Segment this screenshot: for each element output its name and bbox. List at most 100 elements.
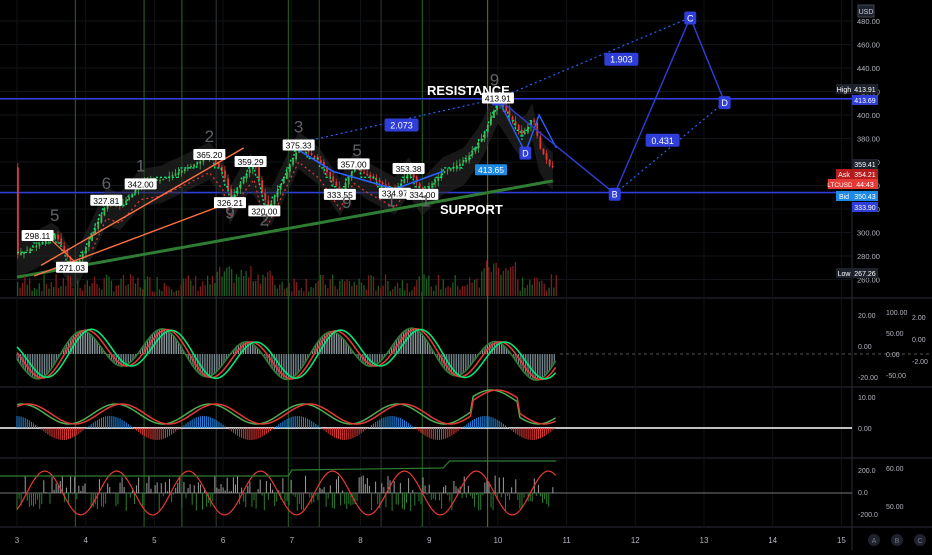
axis-icon-text: B bbox=[895, 538, 900, 545]
volume-bar bbox=[358, 278, 360, 296]
wave-count-number: 1 bbox=[387, 192, 396, 211]
candle-body bbox=[508, 110, 511, 117]
volume-bar bbox=[108, 276, 110, 296]
volume-bar bbox=[110, 280, 113, 296]
candle-body bbox=[295, 152, 298, 160]
volume-bar bbox=[221, 276, 223, 296]
price-tag-text: 365.20 bbox=[196, 150, 222, 160]
time-axis-label: 14 bbox=[768, 536, 777, 545]
volume-bar bbox=[67, 275, 69, 296]
symbol-text: LTCUSD bbox=[827, 182, 853, 189]
volume-bar bbox=[550, 274, 553, 296]
resistance-price-tag: 413.69 bbox=[852, 95, 878, 105]
volume-bar bbox=[303, 291, 305, 296]
volume-bar bbox=[370, 275, 372, 296]
volume-bar bbox=[418, 276, 420, 296]
volume-bar bbox=[375, 290, 377, 296]
volume-bar bbox=[269, 270, 271, 296]
candle-body bbox=[282, 177, 285, 184]
volume-bar bbox=[139, 287, 141, 296]
candle-body bbox=[517, 125, 520, 131]
volume-bar bbox=[130, 274, 132, 296]
time-axis-label: 15 bbox=[837, 536, 846, 545]
wave-count-number: 2 bbox=[260, 210, 269, 229]
volume-bar bbox=[312, 287, 315, 296]
volume-bar bbox=[471, 282, 473, 296]
abcd-point-label-text: B bbox=[612, 190, 618, 200]
abcd-point-label: C bbox=[684, 11, 697, 25]
symbol-value: 44:43 bbox=[856, 182, 874, 189]
time-axis-label: 10 bbox=[493, 536, 502, 545]
volume-bar bbox=[86, 280, 89, 296]
candle-body bbox=[248, 169, 251, 174]
volume-bar bbox=[199, 286, 202, 296]
price-scale-label: 440.00 bbox=[857, 64, 880, 73]
volume-bar bbox=[243, 276, 245, 296]
candle-body bbox=[493, 110, 495, 118]
candle-body bbox=[524, 132, 526, 135]
price-scale-label: 380.00 bbox=[857, 135, 880, 144]
wave-count-number: 1 bbox=[136, 156, 145, 175]
volume-bar bbox=[257, 274, 259, 296]
volume-bar bbox=[38, 283, 40, 296]
trading-chart[interactable]: 2.0731.9030.431ABCDD298.11271.03327.8134… bbox=[0, 0, 932, 550]
volume-bar bbox=[81, 290, 84, 296]
volume-bar bbox=[384, 274, 387, 296]
candle-body bbox=[199, 161, 202, 164]
candle-body bbox=[446, 169, 449, 171]
axis-icon-button[interactable]: C bbox=[914, 534, 926, 546]
high-price-tag-label: High bbox=[837, 87, 852, 94]
volume-bar bbox=[24, 276, 26, 296]
volume-bar bbox=[454, 275, 456, 296]
volume-bar bbox=[36, 289, 38, 296]
candle-body bbox=[29, 248, 32, 252]
candle-body bbox=[190, 165, 192, 167]
price-tag: 342.00 bbox=[124, 178, 157, 190]
time-axis-label: 12 bbox=[631, 536, 640, 545]
candle-body bbox=[171, 174, 174, 177]
fib-ratio-label-text: 1.903 bbox=[610, 55, 633, 65]
volume-bar bbox=[127, 284, 129, 296]
wave-count-number: 1 bbox=[421, 192, 430, 211]
volume-bar bbox=[74, 284, 77, 296]
volume-bar bbox=[214, 283, 216, 296]
volume-bar bbox=[187, 275, 190, 296]
volume-bar bbox=[84, 284, 86, 296]
volume-bar bbox=[476, 278, 478, 296]
candle-body bbox=[329, 171, 332, 177]
volume-bar bbox=[271, 275, 274, 296]
candle-body bbox=[224, 170, 226, 178]
price-tag: 298.11 bbox=[21, 230, 54, 242]
volume-bar bbox=[473, 279, 476, 296]
axis-icon-button[interactable]: B bbox=[891, 534, 903, 546]
volume-bar bbox=[45, 284, 48, 296]
resistance-price-tag-value: 413.69 bbox=[854, 98, 876, 105]
candle-body bbox=[542, 148, 545, 155]
candle-body bbox=[403, 178, 406, 184]
abcd-point-label: D bbox=[718, 96, 731, 110]
wave-count-number: 2 bbox=[205, 127, 214, 146]
volume-bar bbox=[250, 266, 252, 296]
volume-bar bbox=[305, 278, 307, 296]
candle-body bbox=[459, 164, 461, 166]
candle-body bbox=[103, 208, 106, 216]
volume-bar bbox=[101, 289, 103, 296]
axis-icon-button[interactable]: A bbox=[868, 534, 880, 546]
volume-bar bbox=[185, 278, 187, 296]
volume-bar bbox=[134, 283, 137, 296]
volume-bar bbox=[324, 284, 327, 296]
price-tag-text: 327.81 bbox=[93, 196, 119, 206]
volume-bar bbox=[356, 284, 358, 296]
candle-body bbox=[363, 172, 366, 174]
volume-bar bbox=[317, 280, 319, 296]
candle-body bbox=[443, 171, 446, 174]
volume-bar bbox=[228, 266, 230, 296]
volume-bar bbox=[120, 278, 122, 296]
volume-bar bbox=[300, 287, 303, 296]
volume-bar bbox=[336, 289, 339, 296]
price-tag-text: 271.03 bbox=[59, 263, 85, 273]
volume-bar bbox=[173, 291, 175, 296]
volume-bar bbox=[137, 277, 139, 296]
volume-bar bbox=[488, 267, 490, 296]
volume-bar bbox=[206, 275, 209, 296]
